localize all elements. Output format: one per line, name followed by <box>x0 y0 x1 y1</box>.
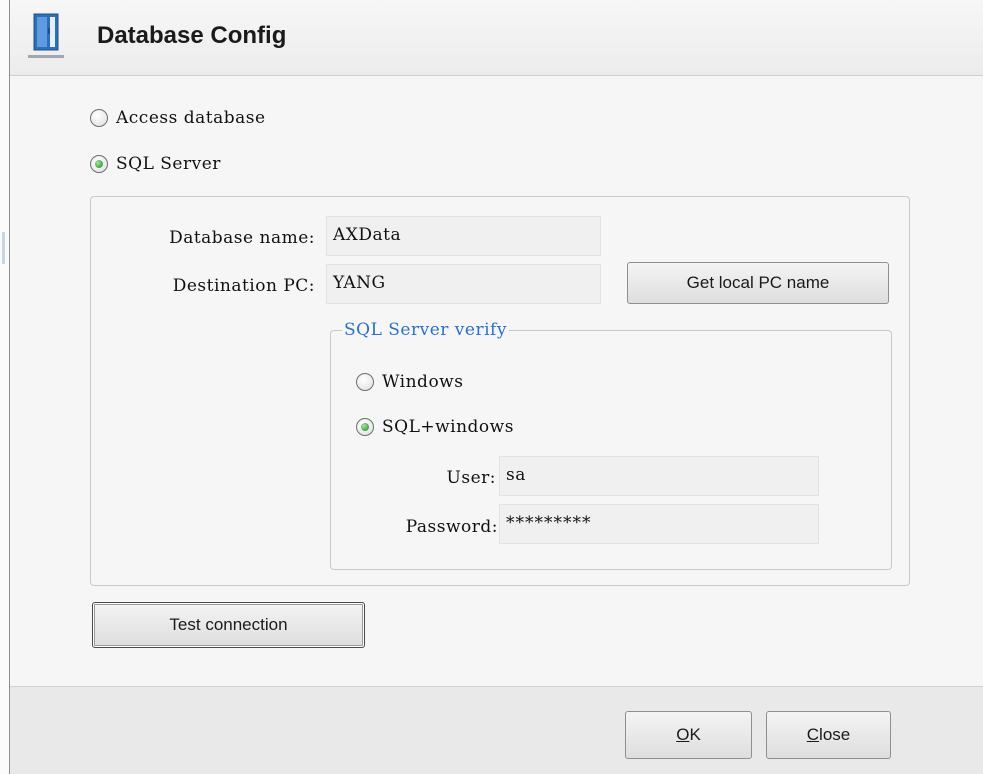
user-input[interactable]: sa <box>499 456 819 496</box>
destination-pc-label: Destination PC: <box>172 276 315 296</box>
ok-mnemonic: O <box>676 725 690 744</box>
dialog-footer: OK Close <box>10 686 983 774</box>
database-name-input[interactable]: AXData <box>326 216 601 256</box>
radio-windows-auth[interactable]: Windows <box>356 372 463 392</box>
background-window-edge <box>0 0 10 774</box>
password-input[interactable]: ********* <box>499 504 819 544</box>
radio-circle-unchecked-icon <box>356 373 374 391</box>
radio-circle-checked-icon <box>90 155 108 173</box>
background-window-marker <box>2 232 5 264</box>
user-label: User: <box>446 468 496 488</box>
dialog-title: Database Config <box>97 22 287 49</box>
radio-sql-server[interactable]: SQL Server <box>90 154 221 174</box>
sql-server-verify-legend: SQL Server verify <box>342 320 509 340</box>
radio-circle-unchecked-icon <box>90 109 108 127</box>
ok-label-rest: K <box>689 725 701 744</box>
close-mnemonic: C <box>806 725 820 744</box>
database-config-dialog: Database Config Access database SQL Serv… <box>10 0 983 774</box>
test-connection-button[interactable]: Test connection <box>92 602 365 648</box>
close-label-rest: lose <box>819 725 851 744</box>
destination-pc-input[interactable]: YANG <box>326 264 601 304</box>
door-icon <box>28 8 64 58</box>
radio-sql-windows-auth[interactable]: SQL+windows <box>356 417 514 437</box>
ok-button[interactable]: OK <box>625 711 752 759</box>
radio-circle-checked-icon <box>356 418 374 436</box>
get-local-pc-name-button[interactable]: Get local PC name <box>627 262 889 304</box>
database-name-label: Database name: <box>169 228 315 248</box>
password-label: Password: <box>405 517 498 537</box>
close-button[interactable]: Close <box>766 711 891 759</box>
radio-access-database[interactable]: Access database <box>90 108 266 128</box>
dialog-header: Database Config <box>10 0 983 76</box>
dialog-content: Access database SQL Server Database name… <box>10 76 983 686</box>
